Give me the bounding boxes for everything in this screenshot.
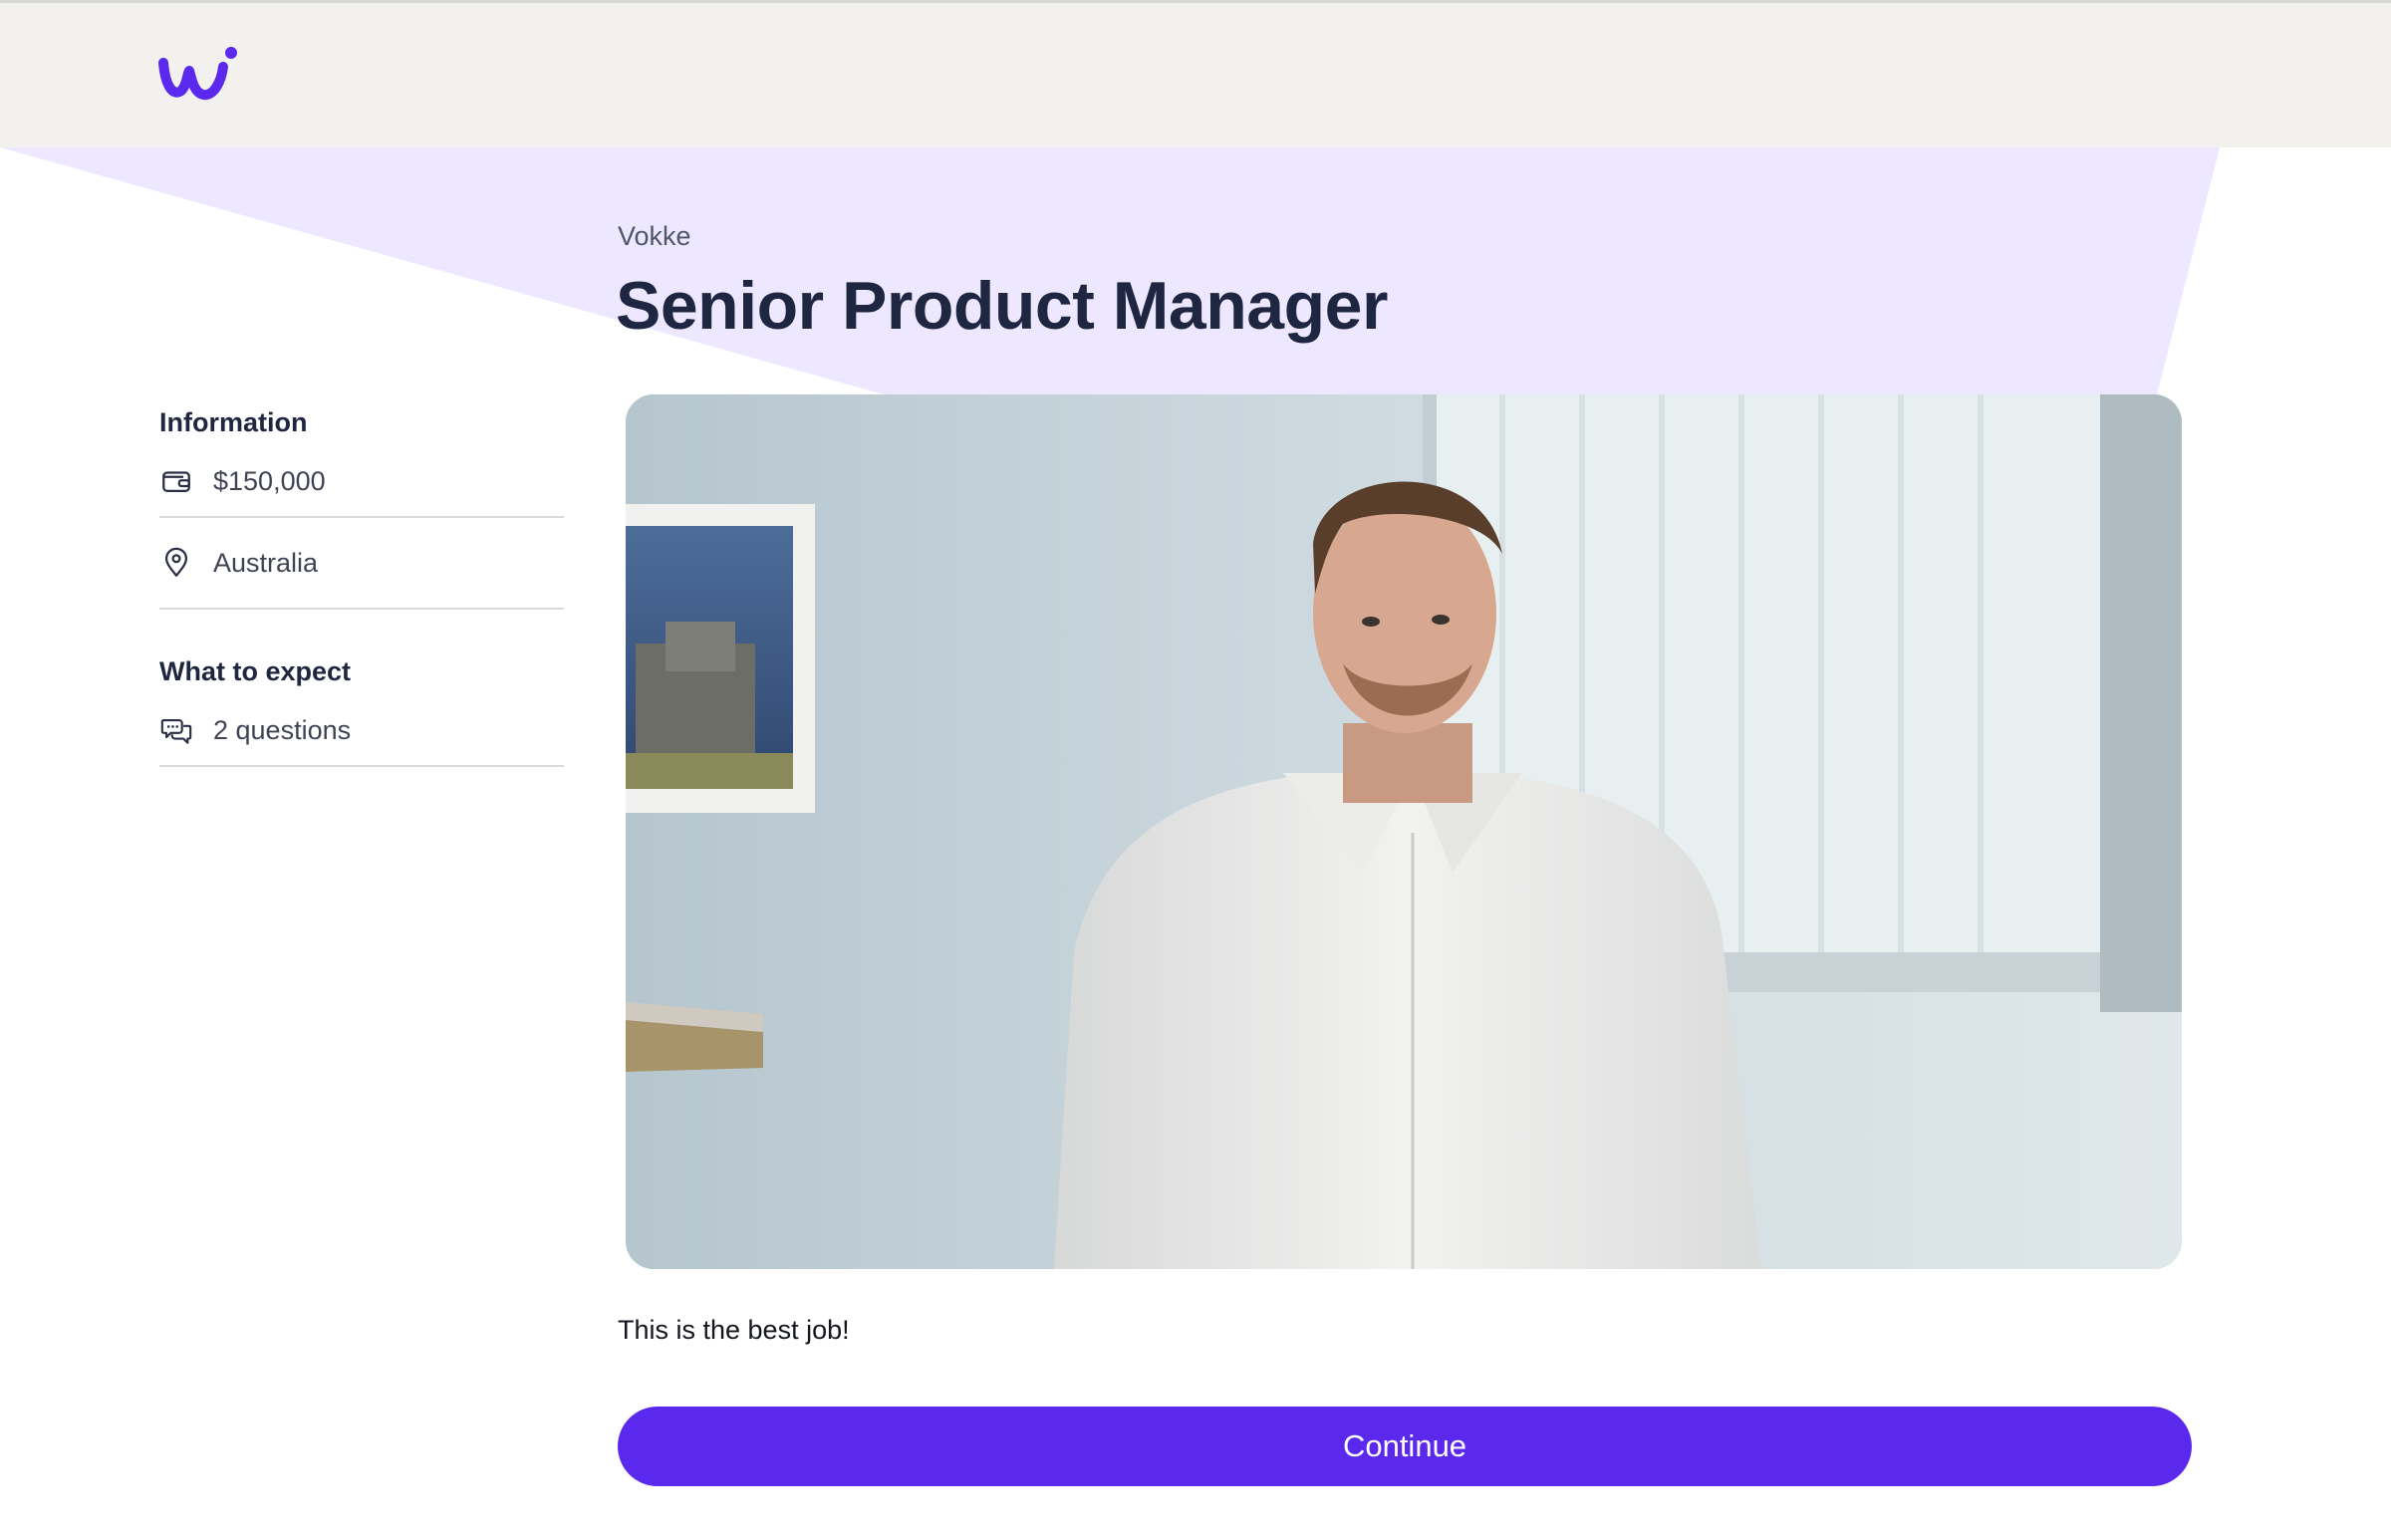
chat-bubbles-icon [160,719,192,744]
questions-row: 2 questions [159,695,564,767]
location-pin-icon [164,547,188,577]
wallet-icon [162,471,190,493]
what-to-expect-heading: What to expect [159,656,352,686]
job-description: This is the best job! [618,1315,850,1345]
salary-text: $150,000 [213,465,326,496]
location-row: Australia [159,518,564,610]
company-name: Vokke [618,221,691,251]
top-header [0,0,2391,147]
information-heading: Information [159,407,308,437]
page-title: Senior Product Manager [616,268,1388,344]
wi-logo-icon[interactable] [157,43,241,107]
job-info-sidebar: Information $150,000 Australia What to e… [159,398,564,767]
continue-button[interactable]: Continue [618,1407,2192,1486]
video-poster-person [626,394,2182,1269]
salary-row: $150,000 [159,446,564,518]
location-text: Australia [213,547,319,578]
intro-video-player[interactable] [626,394,2182,1269]
questions-text: 2 questions [213,714,352,745]
